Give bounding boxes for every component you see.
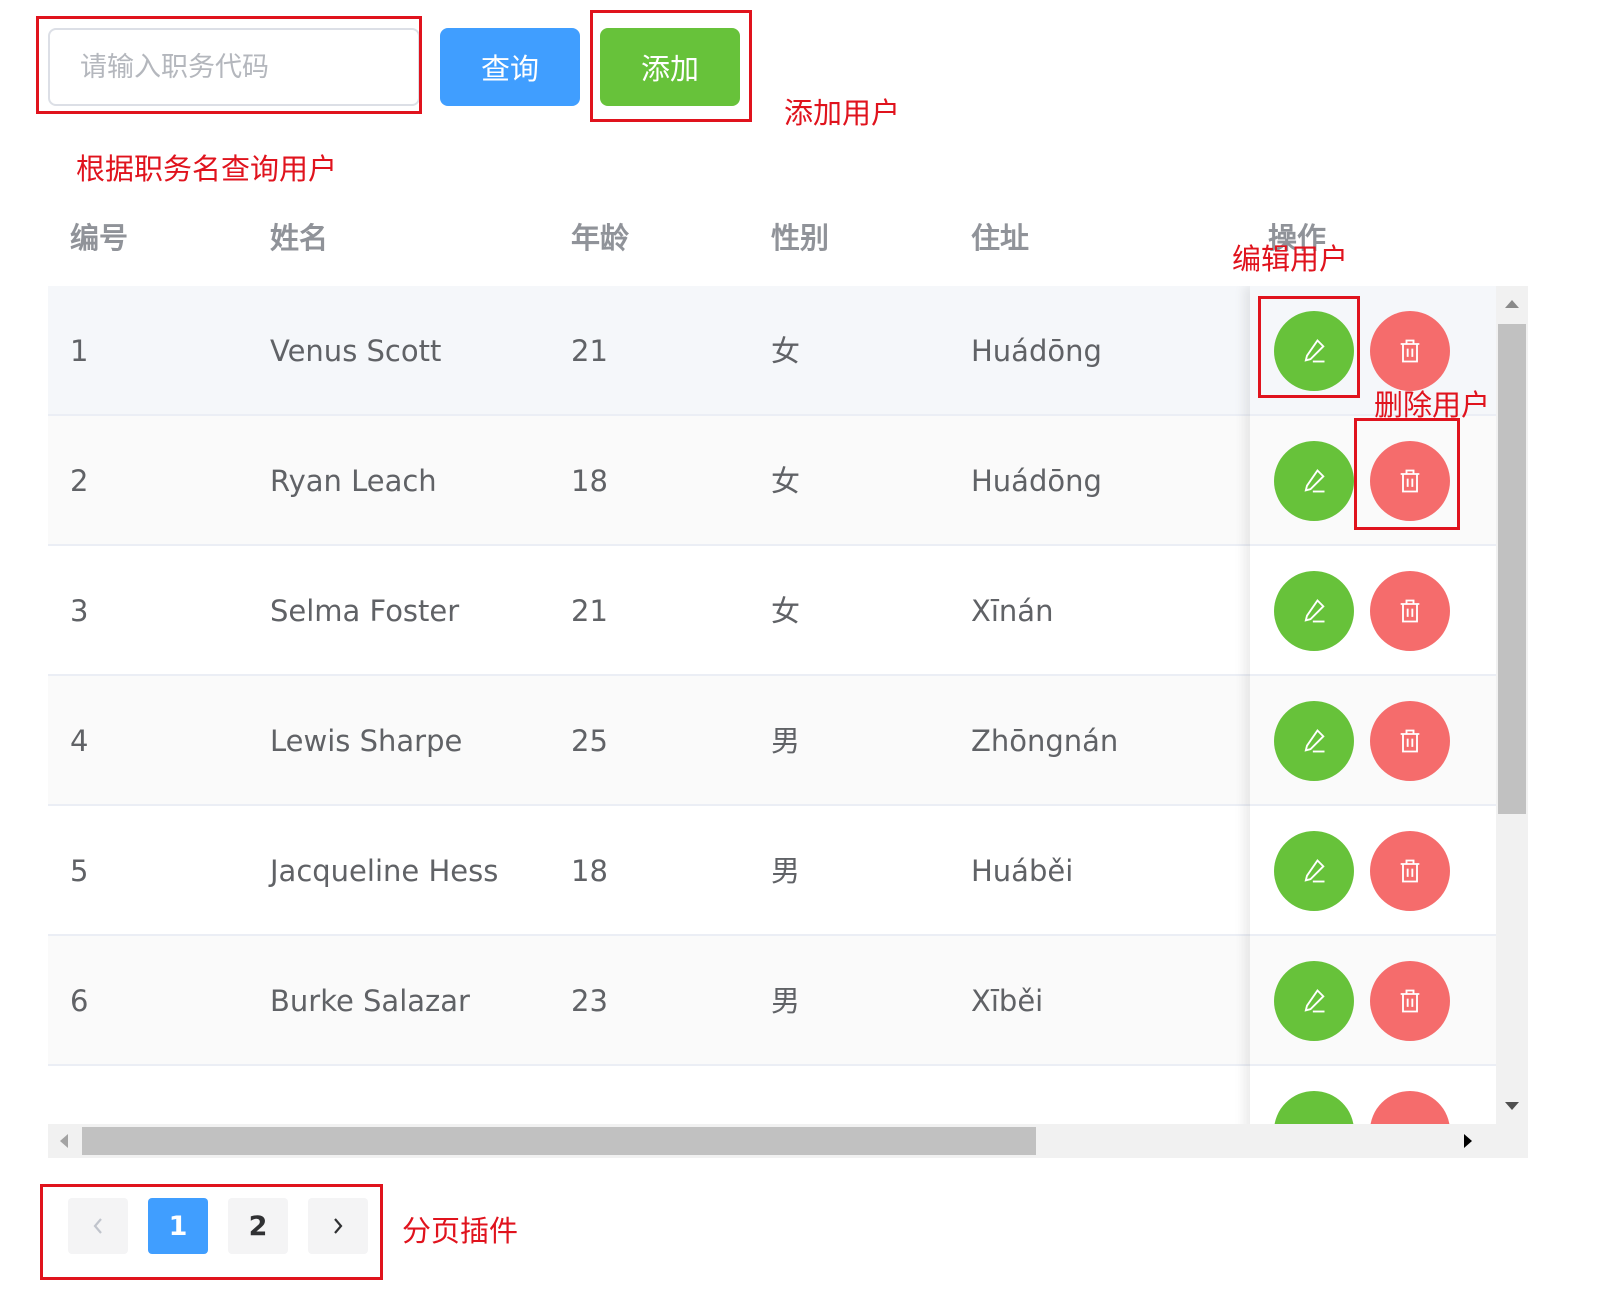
cell-name: Selma Foster bbox=[270, 594, 460, 628]
edit-button[interactable] bbox=[1274, 441, 1354, 521]
scroll-right-arrow-icon[interactable] bbox=[1464, 1134, 1472, 1148]
cell-name: Venus Scott bbox=[270, 334, 442, 368]
cell-id: 5 bbox=[70, 854, 89, 888]
cell-gender: 男 bbox=[771, 984, 801, 1018]
cell-name: Jacqueline Hess bbox=[270, 854, 499, 888]
trash-icon bbox=[1400, 339, 1420, 363]
cell-gender: 女 bbox=[771, 594, 801, 628]
annotation-box-pagination bbox=[40, 1184, 383, 1280]
cell-age: 18 bbox=[571, 464, 608, 498]
table-row: 6 Burke Salazar 23 男 Xīběi bbox=[48, 936, 1496, 1066]
trash-icon bbox=[1400, 989, 1420, 1013]
trash-icon bbox=[1400, 729, 1420, 753]
trash-icon bbox=[1400, 859, 1420, 883]
cell-age: 23 bbox=[571, 984, 608, 1018]
horizontal-scroll-thumb[interactable] bbox=[82, 1127, 1036, 1155]
header-id: 编号 bbox=[70, 221, 129, 255]
cell-gender: 女 bbox=[771, 464, 801, 498]
cell-id: 3 bbox=[70, 594, 89, 628]
edit-button[interactable] bbox=[1274, 961, 1354, 1041]
edit-button[interactable] bbox=[1274, 701, 1354, 781]
scroll-left-arrow-icon[interactable] bbox=[60, 1134, 68, 1148]
table-body: 1 Venus Scott 21 女 Huádōng 2 Ryan Leach … bbox=[48, 286, 1496, 1124]
table-row: 5 Jacqueline Hess 18 男 Huáběi bbox=[48, 806, 1496, 936]
cell-age: 25 bbox=[571, 724, 608, 758]
delete-button[interactable] bbox=[1370, 831, 1450, 911]
cell-address: Huádōng bbox=[971, 464, 1102, 498]
cell-address: Huáběi bbox=[971, 854, 1074, 888]
cell-age: 21 bbox=[571, 334, 608, 368]
table-row-partial bbox=[48, 1066, 1496, 1124]
annotation-box-delete bbox=[1354, 418, 1460, 530]
edit-pencil-icon bbox=[1304, 729, 1325, 753]
header-age: 年龄 bbox=[571, 221, 630, 255]
annotation-pagination: 分页插件 bbox=[402, 1214, 519, 1248]
horizontal-scrollbar[interactable] bbox=[48, 1124, 1528, 1158]
cell-age: 21 bbox=[571, 594, 608, 628]
vertical-scrollbar[interactable] bbox=[1496, 286, 1528, 1124]
cell-age: 18 bbox=[571, 854, 608, 888]
table-row: 3 Selma Foster 21 女 Xīnán bbox=[48, 546, 1496, 676]
delete-button[interactable] bbox=[1370, 1091, 1450, 1124]
edit-pencil-icon bbox=[1304, 859, 1325, 883]
query-button[interactable]: 查询 bbox=[440, 28, 580, 106]
delete-button[interactable] bbox=[1370, 571, 1450, 651]
scroll-down-arrow-icon[interactable] bbox=[1505, 1102, 1519, 1110]
edit-pencil-icon bbox=[1304, 989, 1325, 1013]
annotation-edit-user: 编辑用户 bbox=[1232, 242, 1349, 276]
cell-address: Zhōngnán bbox=[971, 724, 1119, 758]
annotation-query-by-position: 根据职务名查询用户 bbox=[76, 152, 338, 186]
edit-button[interactable] bbox=[1274, 831, 1354, 911]
header-name: 姓名 bbox=[270, 221, 329, 255]
header-gender: 性别 bbox=[771, 221, 830, 255]
edit-pencil-icon bbox=[1304, 469, 1325, 493]
edit-pencil-icon bbox=[1304, 599, 1325, 623]
cell-id: 6 bbox=[70, 984, 89, 1018]
cell-address: Huádōng bbox=[971, 334, 1102, 368]
delete-button[interactable] bbox=[1370, 961, 1450, 1041]
delete-button[interactable] bbox=[1370, 311, 1450, 391]
annotation-box-edit bbox=[1258, 296, 1360, 398]
delete-button[interactable] bbox=[1370, 701, 1450, 781]
cell-name: Lewis Sharpe bbox=[270, 724, 463, 758]
cell-id: 4 bbox=[70, 724, 89, 758]
cell-id: 1 bbox=[70, 334, 89, 368]
edit-button[interactable] bbox=[1274, 1091, 1354, 1124]
cell-gender: 男 bbox=[771, 724, 801, 758]
cell-gender: 女 bbox=[771, 334, 801, 368]
cell-address: Xīnán bbox=[971, 594, 1054, 628]
cell-gender: 男 bbox=[771, 854, 801, 888]
cell-name: Burke Salazar bbox=[270, 984, 470, 1018]
cell-address: Xīběi bbox=[971, 984, 1044, 1018]
cell-name: Ryan Leach bbox=[270, 464, 437, 498]
vertical-scroll-thumb[interactable] bbox=[1498, 324, 1526, 814]
cell-id: 2 bbox=[70, 464, 89, 498]
scroll-up-arrow-icon[interactable] bbox=[1505, 300, 1519, 308]
annotation-add-user: 添加用户 bbox=[784, 96, 901, 130]
table-row: 2 Ryan Leach 18 女 Huádōng bbox=[48, 416, 1496, 546]
header-address: 住址 bbox=[971, 221, 1030, 255]
annotation-box-search bbox=[36, 16, 422, 114]
table-row: 4 Lewis Sharpe 25 男 Zhōngnán bbox=[48, 676, 1496, 806]
edit-button[interactable] bbox=[1274, 571, 1354, 651]
annotation-box-add bbox=[590, 10, 752, 122]
trash-icon bbox=[1400, 599, 1420, 623]
